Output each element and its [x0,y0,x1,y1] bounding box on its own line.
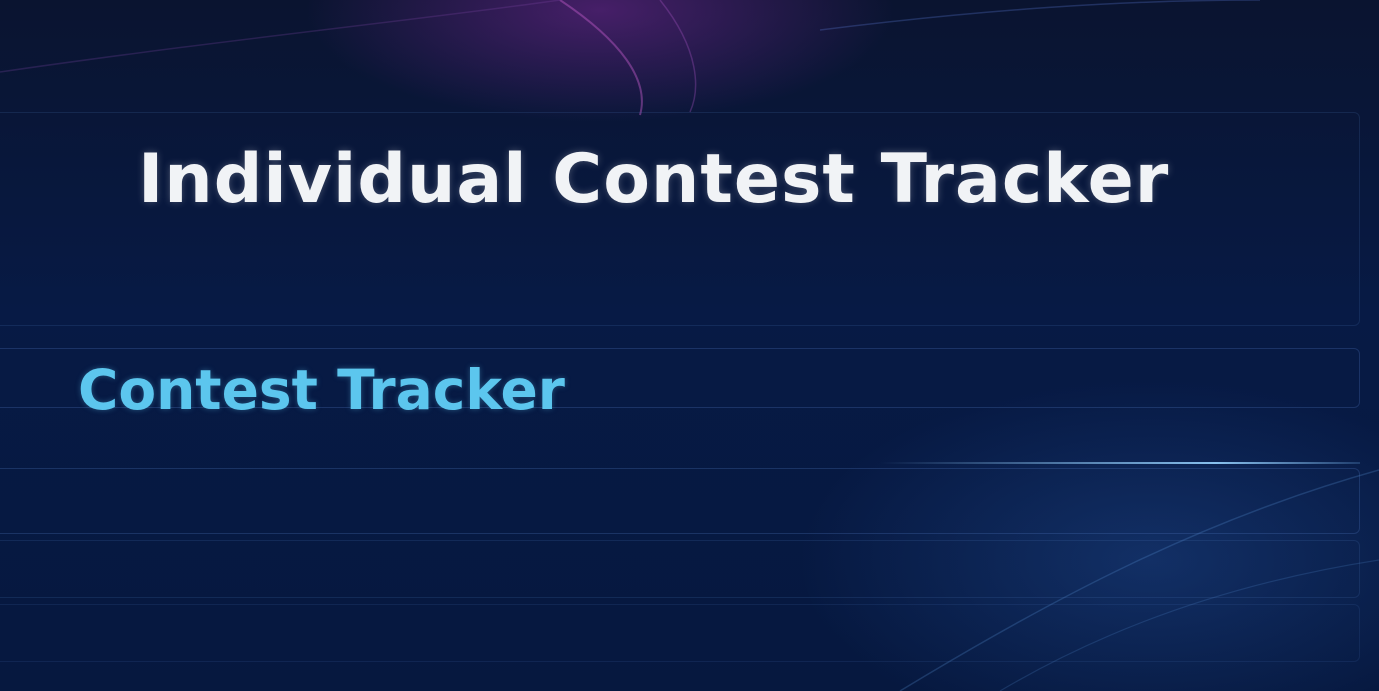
section-title: Contest Tracker [78,358,565,422]
row-glow-line [880,462,1360,464]
empty-row-frame [0,604,1360,662]
empty-row-frame [0,468,1360,534]
empty-row-frame [0,540,1360,598]
page-title: Individual Contest Tracker [138,140,1170,219]
tracker-screen: Individual Contest Tracker Contest Track… [0,0,1379,691]
